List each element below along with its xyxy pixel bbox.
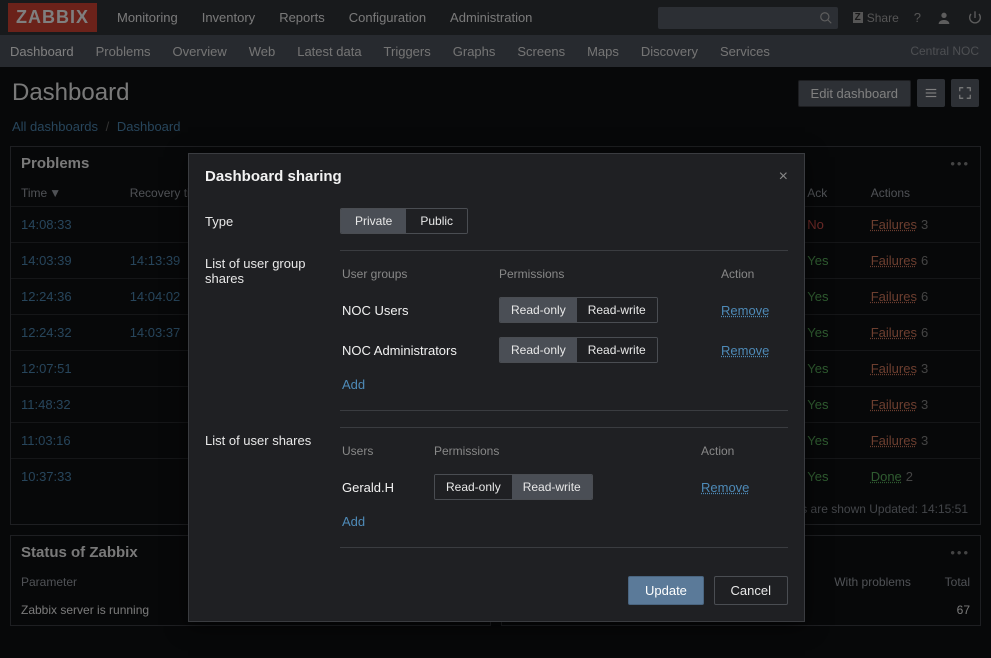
perm-toggle: Read-onlyRead-write (434, 474, 593, 500)
sharing-modal: Dashboard sharing × Type Private Public … (188, 153, 805, 622)
perm-readwrite-button[interactable]: Read-write (577, 298, 657, 322)
group-name: NOC Users (342, 291, 497, 329)
col-permissions: Permissions (434, 440, 699, 466)
type-private-button[interactable]: Private (341, 209, 406, 233)
col-permissions: Permissions (499, 263, 719, 289)
modal-title: Dashboard sharing (205, 168, 779, 186)
group-shares-table: User groups Permissions Action NOC Users… (340, 261, 788, 400)
add-group-link[interactable]: Add (342, 377, 365, 392)
remove-link[interactable]: Remove (721, 343, 769, 358)
remove-link[interactable]: Remove (721, 303, 769, 318)
close-icon[interactable]: × (779, 168, 788, 186)
user-name: Gerald.H (342, 468, 432, 506)
col-usergroups: User groups (342, 263, 497, 289)
col-action: Action (701, 440, 786, 466)
perm-readonly-button[interactable]: Read-only (500, 338, 577, 362)
remove-link[interactable]: Remove (701, 480, 749, 495)
perm-toggle: Read-onlyRead-write (499, 297, 658, 323)
share-row: Gerald.HRead-onlyRead-write Remove (342, 468, 786, 506)
user-shares-table: Users Permissions Action Gerald.HRead-on… (340, 438, 788, 537)
type-label: Type (205, 208, 340, 234)
col-users: Users (342, 440, 432, 466)
share-row: NOC UsersRead-onlyRead-write Remove (342, 291, 786, 329)
user-shares-label: List of user shares (205, 427, 340, 548)
share-row: NOC AdministratorsRead-onlyRead-write Rem… (342, 331, 786, 369)
perm-readonly-button[interactable]: Read-only (500, 298, 577, 322)
col-action: Action (721, 263, 786, 289)
perm-readonly-button[interactable]: Read-only (435, 475, 512, 499)
cancel-button[interactable]: Cancel (714, 576, 788, 605)
add-user-link[interactable]: Add (342, 514, 365, 529)
type-public-button[interactable]: Public (406, 209, 467, 233)
perm-readwrite-button[interactable]: Read-write (512, 475, 592, 499)
update-button[interactable]: Update (628, 576, 704, 605)
type-toggle: Private Public (340, 208, 468, 234)
group-shares-label: List of user group shares (205, 250, 340, 411)
perm-readwrite-button[interactable]: Read-write (577, 338, 657, 362)
perm-toggle: Read-onlyRead-write (499, 337, 658, 363)
group-name: NOC Administrators (342, 331, 497, 369)
